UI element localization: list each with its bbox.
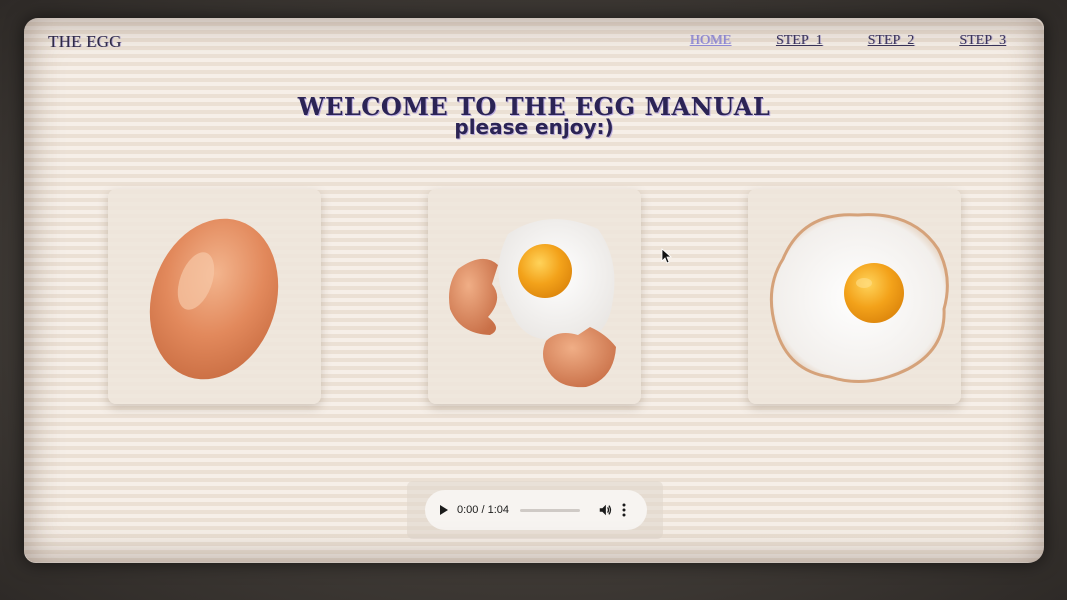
audio-progress-bar[interactable]: [520, 508, 580, 512]
card-cracked-egg[interactable]: [428, 189, 641, 404]
nav-home-link[interactable]: HOME: [690, 33, 731, 49]
mouse-cursor-icon: [661, 248, 673, 264]
audio-time: 0:00 / 1:04: [457, 504, 509, 516]
page: THE EGG HOME STEP_1 STEP_2 STEP_3 WELCOM…: [24, 18, 1044, 563]
more-options-icon[interactable]: [622, 503, 626, 517]
card-whole-egg[interactable]: [108, 189, 321, 404]
card-fried-egg[interactable]: [748, 189, 961, 404]
main-nav: HOME STEP_1 STEP_2 STEP_3: [690, 33, 1006, 49]
volume-icon[interactable]: [598, 503, 612, 517]
fried-egg-image: [769, 213, 949, 383]
play-icon[interactable]: [440, 505, 448, 515]
audio-player: 0:00 / 1:04: [425, 490, 647, 530]
page-subtitle: please enjoy:): [454, 115, 614, 139]
site-brand[interactable]: THE EGG: [48, 32, 122, 52]
nav-step-1-link[interactable]: STEP_1: [776, 33, 823, 49]
cracked-egg-image: [449, 219, 616, 388]
whole-egg-image: [149, 218, 279, 380]
nav-step-3-link[interactable]: STEP_3: [959, 33, 1006, 49]
nav-step-2-link[interactable]: STEP_2: [868, 33, 915, 49]
audio-container: 0:00 / 1:04: [407, 481, 663, 539]
